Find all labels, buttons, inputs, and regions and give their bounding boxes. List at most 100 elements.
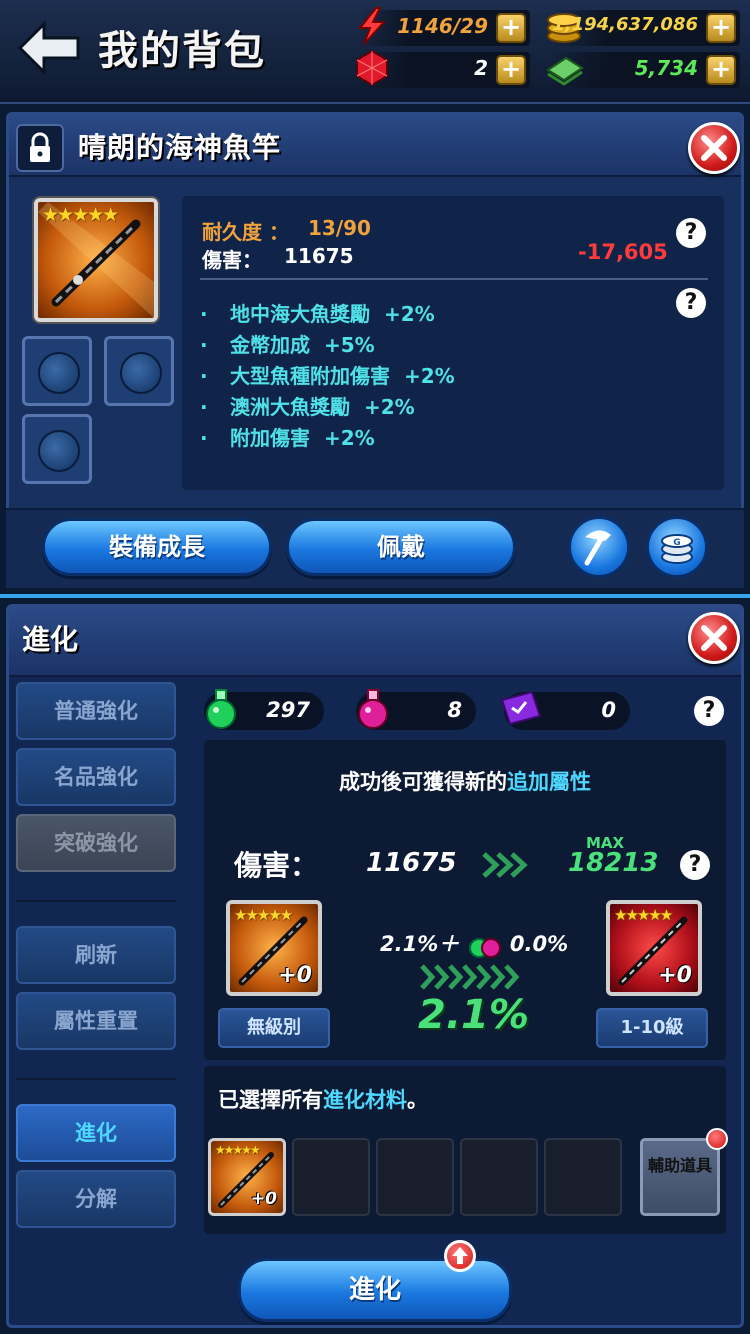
- energy-value: 1146/29: [397, 14, 488, 38]
- energy-counter: 1146/29 +: [357, 7, 530, 46]
- close-item-panel-button[interactable]: [688, 122, 740, 174]
- pink-potion-count: 8: [447, 698, 462, 722]
- materials-help-icon[interactable]: ?: [694, 696, 724, 726]
- purple-ticket-icon: [500, 690, 542, 726]
- up-arrow-icon: [452, 1247, 468, 1264]
- source-item-grade: 無級別: [218, 1008, 330, 1048]
- target-item-icon[interactable]: ★★★★★ +0: [606, 900, 702, 996]
- lock-button[interactable]: [16, 124, 64, 172]
- ticket-count: 0: [601, 698, 616, 722]
- helper-item-slot[interactable]: 輔助道具: [640, 1138, 720, 1216]
- attribute-row: · 大型魚種附加傷害 +2%: [200, 364, 455, 388]
- svg-text:G: G: [673, 538, 680, 548]
- coin-stack-icon: G: [661, 534, 693, 564]
- material-slot-empty[interactable]: [292, 1138, 370, 1216]
- potion-pair-icon: [468, 938, 501, 958]
- attribute-row: · 金幣加成 +5%: [200, 333, 375, 357]
- durability-value: 13/90: [308, 216, 371, 240]
- add-gem-button[interactable]: +: [496, 55, 526, 85]
- tab-refresh[interactable]: 刷新: [16, 926, 176, 984]
- material-item-stars: ★★★★★: [215, 1143, 261, 1157]
- add-cash-button[interactable]: +: [706, 55, 736, 85]
- durability-label: 耐久度 ：: [202, 220, 289, 244]
- stats-divider: [200, 278, 708, 280]
- target-item-grade: 1-10級: [596, 1008, 708, 1048]
- ticket-counter: 0: [500, 690, 630, 730]
- green-potion-counter: 297: [204, 689, 324, 730]
- evolution-title: 進化: [22, 623, 79, 656]
- attribute-row: · 澳洲大魚獎勵 +2%: [200, 395, 415, 419]
- tab-attribute-reset[interactable]: 屬性重置: [16, 992, 176, 1050]
- sidebar-divider: [16, 1078, 176, 1080]
- back-arrow-icon[interactable]: [14, 18, 84, 78]
- close-evolution-panel-button[interactable]: [688, 612, 740, 664]
- helper-item-label: 輔助道具: [647, 1156, 712, 1175]
- gem-socket-2[interactable]: [104, 336, 174, 406]
- upgrade-arrow-badge: [444, 1240, 476, 1272]
- gold-value: 1,194,637,086: [552, 14, 698, 35]
- tab-evolve[interactable]: 進化: [16, 1104, 176, 1162]
- target-item-stars: ★★★★★: [614, 906, 673, 924]
- item-star-rating: ★★★★★: [42, 204, 119, 226]
- gem-socket-3[interactable]: [22, 414, 92, 484]
- material-item-level: +0: [250, 1189, 277, 1209]
- attribute-row: · 地中海大魚獎勵 +2%: [200, 302, 435, 326]
- green-potion-icon: [206, 689, 236, 729]
- material-slot-empty[interactable]: [460, 1138, 538, 1216]
- success-rate: 2.1%: [418, 992, 529, 1038]
- gold-counter: 1,194,637,086 +: [547, 10, 740, 46]
- ruby-gem-icon: [356, 49, 388, 87]
- materials-status-text: 已選擇所有進化材料。: [218, 1088, 428, 1112]
- damage-value: 11675: [284, 244, 354, 268]
- pink-potion-counter: 8: [356, 689, 476, 730]
- gem-socket-1[interactable]: [22, 336, 92, 406]
- material-slot-empty[interactable]: [544, 1138, 622, 1216]
- success-reward-text: 成功後可獲得新的追加屬性: [339, 770, 591, 794]
- green-potion-count: 297: [266, 698, 310, 722]
- sidebar-divider: [16, 900, 176, 902]
- panel-separator: [0, 594, 750, 598]
- item-name: 晴朗的海神魚竿: [78, 131, 282, 164]
- target-item-level: +0: [658, 963, 692, 988]
- attribute-row: · 附加傷害 +2%: [200, 426, 375, 450]
- damage-help-icon[interactable]: ?: [680, 850, 710, 880]
- close-icon: [701, 625, 727, 651]
- equip-button[interactable]: 佩戴: [286, 518, 516, 576]
- attributes-help-icon[interactable]: ?: [676, 288, 706, 318]
- add-gold-button[interactable]: +: [706, 13, 736, 43]
- coin-stack-button[interactable]: G: [646, 516, 708, 578]
- arrow-right-icon: [482, 852, 528, 878]
- gem-counter: 2 +: [356, 49, 530, 88]
- top-status-bar: 我的背包 1146/29 + 1,194,637,086 + 2 + 5,734…: [0, 0, 750, 104]
- source-item-stars: ★★★★★: [234, 906, 293, 924]
- source-item-icon[interactable]: ★★★★★ +0: [226, 900, 322, 996]
- cash-value: 5,734: [634, 56, 698, 80]
- notification-dot: [706, 1128, 728, 1150]
- tab-premium-enhance[interactable]: 名品強化: [16, 748, 176, 806]
- damage-label: 傷害：: [202, 248, 262, 272]
- lightning-icon: [357, 7, 387, 45]
- evolution-panel-header: [9, 607, 741, 677]
- rate-formula: 2.1%＋ 0.0%: [380, 928, 568, 960]
- page-title: 我的背包: [98, 28, 266, 74]
- stats-help-icon[interactable]: ?: [676, 218, 706, 248]
- evo-damage-current: 11675: [366, 848, 457, 878]
- progress-chevrons-icon: [420, 964, 520, 990]
- source-item-level: +0: [278, 963, 312, 988]
- grow-equipment-button[interactable]: 裝備成長: [42, 518, 272, 576]
- pink-potion-icon: [358, 689, 388, 729]
- hammer-button[interactable]: [568, 516, 630, 578]
- lock-icon: [30, 132, 50, 162]
- add-energy-button[interactable]: +: [496, 13, 526, 43]
- fishing-rod-item-icon[interactable]: ★★★★★: [34, 198, 158, 322]
- damage-difference: -17,605: [578, 240, 668, 264]
- hammer-icon: [584, 530, 611, 566]
- tab-breakthrough-enhance[interactable]: 突破強化: [16, 814, 176, 872]
- evo-damage-label: 傷害：: [234, 849, 319, 882]
- cash-counter: 5,734 +: [546, 52, 740, 88]
- tab-normal-enhance[interactable]: 普通強化: [16, 682, 176, 740]
- cash-stack-icon: [546, 56, 584, 86]
- tab-decompose[interactable]: 分解: [16, 1170, 176, 1228]
- material-slot-empty[interactable]: [376, 1138, 454, 1216]
- material-slot-filled[interactable]: ★★★★★ +0: [208, 1138, 286, 1216]
